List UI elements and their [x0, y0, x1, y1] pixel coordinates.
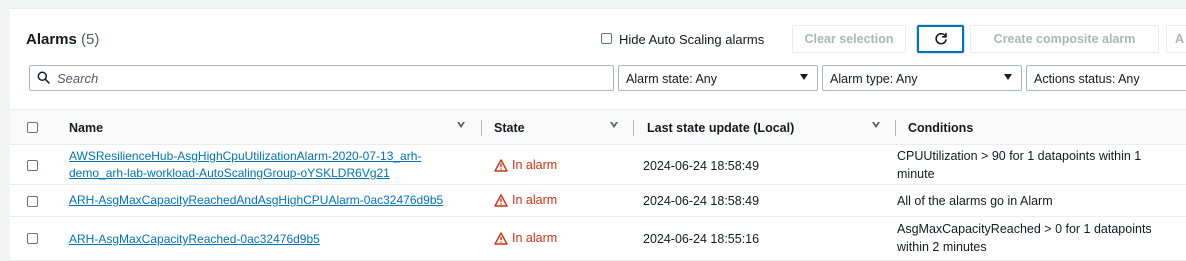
alarms-panel: Alarms (5) Hide Auto Scaling alarms Clea…	[10, 8, 1186, 261]
refresh-icon	[934, 32, 947, 45]
column-divider	[633, 120, 634, 136]
column-divider	[895, 120, 896, 136]
refresh-button[interactable]	[917, 25, 964, 53]
warning-icon	[494, 158, 508, 172]
status-badge: In alarm	[494, 231, 557, 245]
alarm-type-select[interactable]: Alarm type: Any	[822, 65, 1022, 91]
truncated-action-button[interactable]: A	[1166, 25, 1186, 53]
row-checkbox[interactable]	[27, 233, 38, 244]
column-name[interactable]: Name	[69, 121, 103, 135]
conditions-line: CPUUtilization > 90 for 1 datapoints wit…	[897, 149, 1142, 163]
alarms-title: Alarms (5)	[26, 31, 99, 48]
search-input[interactable]: Search	[29, 65, 614, 91]
column-state[interactable]: State	[494, 121, 525, 135]
chevron-down-icon	[800, 74, 808, 80]
warning-icon	[494, 231, 508, 245]
hide-autoscaling-checkbox[interactable]	[601, 33, 612, 44]
sort-icon[interactable]	[610, 122, 618, 129]
table-row: ARH-AsgMaxCapacityReached-0ac32476d9b5 I…	[10, 217, 1186, 261]
actions-status-select[interactable]: Actions status: Any	[1026, 65, 1186, 91]
column-divider	[481, 120, 482, 136]
alarms-title-text: Alarms	[26, 31, 77, 48]
alarm-name-link[interactable]: ARH-AsgMaxCapacityReached-0ac32476d9b5	[69, 231, 320, 248]
alarms-count: (5)	[81, 31, 100, 48]
last-update-value: 2024-06-24 18:58:49	[643, 159, 760, 173]
alarm-type-value: Alarm type: Any	[830, 72, 918, 86]
conditions-line: within 2 minutes	[897, 240, 987, 254]
last-update-value: 2024-06-24 18:55:16	[643, 232, 760, 246]
conditions-value: CPUUtilization > 90 for 1 datapoints wit…	[897, 147, 1141, 183]
table-row: AWSResilienceHub-AsgHighCpuUtilizationAl…	[10, 145, 1186, 185]
column-last-update[interactable]: Last state update (Local)	[647, 121, 794, 135]
state-text: In alarm	[512, 158, 558, 172]
warning-icon	[494, 193, 508, 207]
status-badge: In alarm	[494, 193, 557, 207]
conditions-line: AsgMaxCapacityReached > 0 for 1 datapoin…	[897, 222, 1152, 236]
alarm-name-link[interactable]: AWSResilienceHub-AsgHighCpuUtilizationAl…	[69, 148, 421, 182]
conditions-line: minute	[897, 167, 935, 181]
alarm-state-select[interactable]: Alarm state: Any	[618, 65, 818, 91]
sort-icon[interactable]	[457, 122, 465, 129]
row-checkbox[interactable]	[27, 196, 38, 207]
column-conditions[interactable]: Conditions	[908, 121, 973, 135]
alarm-state-value: Alarm state: Any	[626, 72, 718, 86]
create-composite-label: Create composite alarm	[993, 32, 1136, 46]
table-header: Name State Last state update (Local) Con…	[10, 109, 1186, 145]
search-icon	[37, 71, 50, 84]
table-row: ARH-AsgMaxCapacityReachedAndAsgHighCPUAl…	[10, 185, 1186, 217]
state-text: In alarm	[512, 231, 558, 245]
alarm-name-line: AWSResilienceHub-AsgHighCpuUtilizationAl…	[69, 149, 422, 163]
clear-selection-button[interactable]: Clear selection	[792, 25, 906, 53]
clear-selection-label: Clear selection	[804, 32, 894, 46]
conditions-value: AsgMaxCapacityReached > 0 for 1 datapoin…	[897, 220, 1152, 256]
row-checkbox[interactable]	[27, 160, 38, 171]
status-badge: In alarm	[494, 158, 557, 172]
truncated-action-label: A	[1175, 32, 1185, 46]
create-composite-alarm-button[interactable]: Create composite alarm	[970, 25, 1159, 53]
select-all-checkbox[interactable]	[27, 122, 38, 133]
conditions-value: All of the alarms go in Alarm	[897, 194, 1053, 208]
alarm-name-line: demo_arh-lab-workload-AutoScalingGroup-o…	[69, 166, 390, 180]
state-text: In alarm	[512, 193, 558, 207]
sort-icon[interactable]	[872, 122, 880, 129]
chevron-down-icon	[1004, 74, 1012, 80]
actions-status-value: Actions status: Any	[1034, 72, 1140, 86]
alarm-name-link[interactable]: ARH-AsgMaxCapacityReachedAndAsgHighCPUAl…	[69, 192, 443, 209]
search-placeholder: Search	[57, 71, 99, 86]
last-update-value: 2024-06-24 18:58:49	[643, 194, 760, 208]
hide-autoscaling-label: Hide Auto Scaling alarms	[619, 32, 765, 47]
